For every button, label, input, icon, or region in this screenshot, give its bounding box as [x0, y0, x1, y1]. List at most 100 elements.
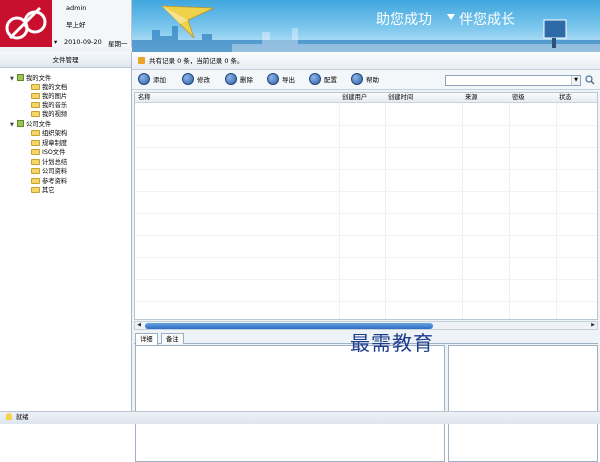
tree-node-label: 我的音乐 — [42, 102, 68, 109]
user-info-panel: admin 早上好 ▾ 2010-09-20 星期一 — [52, 0, 132, 48]
add-icon — [138, 73, 150, 85]
column-divider — [556, 103, 557, 319]
column-divider — [462, 103, 463, 319]
collapse-icon[interactable]: ▼ — [10, 75, 17, 84]
delete-button-label: 删除 — [240, 76, 253, 84]
column-header-created-time[interactable]: 创建时间 — [388, 93, 413, 103]
scroll-right-icon[interactable]: ▶ — [589, 322, 597, 329]
logo-graphic — [0, 0, 52, 47]
status-text: 就绪 — [16, 414, 29, 421]
main-panel: 共有记录 0 条，当前记录 0 条。 添加 修改 删除 导出 配置 帮助 ▼ 名… — [132, 52, 600, 462]
table-header: 名称 创建用户 创建时间 来源 密级 状态 — [135, 93, 597, 103]
search-input[interactable]: ▼ — [445, 75, 581, 86]
root-folder-icon — [17, 120, 24, 127]
root-folder-icon — [17, 74, 24, 81]
slogan-left: 助您成功 — [376, 12, 432, 28]
delete-button[interactable]: 删除 — [225, 73, 253, 87]
delete-icon — [225, 73, 237, 85]
column-header-security-level[interactable]: 密级 — [512, 93, 525, 103]
row-divider — [135, 213, 597, 214]
lightbulb-icon — [6, 413, 12, 420]
username: admin — [66, 4, 87, 12]
add-button[interactable]: 添加 — [138, 73, 166, 87]
folder-icon — [31, 187, 40, 193]
folder-icon — [31, 102, 40, 108]
tree-node-label: 参考资料 — [42, 178, 68, 185]
tree-node-reference[interactable]: 参考资料 — [31, 177, 67, 186]
tree-node-org-structure[interactable]: 组织架构 — [31, 129, 67, 138]
tree-node-label: 我的文档 — [42, 84, 68, 91]
search-icon[interactable] — [585, 75, 595, 85]
config-button[interactable]: 配置 — [309, 73, 337, 87]
tree-node-label: 我的图片 — [42, 93, 68, 100]
row-divider — [135, 257, 597, 258]
status-bar: 就绪 — [0, 411, 600, 424]
detail-panel — [135, 345, 445, 462]
slogan-right: 伴您成长 — [459, 12, 515, 28]
row-divider — [135, 125, 597, 126]
tree-node-label: 公司资料 — [42, 168, 68, 175]
edit-button-label: 修改 — [197, 76, 210, 84]
speaker-icon — [138, 57, 145, 64]
column-divider — [339, 103, 340, 319]
tree-node-label: 规章制度 — [42, 140, 68, 147]
folder-icon — [31, 140, 40, 146]
folder-icon — [31, 178, 40, 184]
tree-node-company-info[interactable]: 公司资料 — [31, 167, 67, 176]
tree-node-label: ISO文件 — [42, 149, 66, 156]
preview-panel — [448, 345, 598, 462]
watermark-text: 最需教育 — [350, 331, 434, 355]
scroll-left-icon[interactable]: ◀ — [135, 322, 143, 329]
column-header-name[interactable]: 名称 — [138, 93, 151, 103]
folder-icon — [31, 168, 40, 174]
app-logo — [0, 0, 52, 47]
tree-node-plan-summary[interactable]: 计划总结 — [31, 158, 67, 167]
tab-remarks[interactable]: 备注 — [161, 333, 184, 344]
search-dropdown-icon[interactable]: ▼ — [571, 76, 580, 85]
edit-button[interactable]: 修改 — [182, 73, 210, 87]
folder-icon — [31, 130, 40, 136]
tree-node-iso-files[interactable]: ISO文件 — [31, 148, 65, 157]
collapse-icon[interactable]: ▼ — [10, 121, 17, 130]
export-button[interactable]: 导出 — [267, 73, 295, 87]
tree-node-regulations[interactable]: 规章制度 — [31, 139, 67, 148]
tree-node-my-music[interactable]: 我的音乐 — [31, 101, 67, 110]
column-header-source[interactable]: 来源 — [465, 93, 478, 103]
application-window: admin 早上好 ▾ 2010-09-20 星期一 助您成功 伴您成长 文件管… — [0, 0, 600, 462]
folder-icon — [31, 111, 40, 117]
row-divider — [135, 235, 597, 236]
banner-cityscape-graphic — [132, 5, 600, 52]
record-info-bar: 共有记录 0 条，当前记录 0 条。 — [132, 52, 600, 70]
export-button-label: 导出 — [282, 76, 295, 84]
tree-node-label: 计划总结 — [42, 159, 68, 166]
row-divider — [135, 279, 597, 280]
tree-node-my-files[interactable]: ▼ 我的文件 — [10, 74, 51, 83]
help-button[interactable]: 帮助 — [351, 73, 379, 87]
file-table: 名称 创建用户 创建时间 来源 密级 状态 — [134, 92, 598, 320]
tree-node-label: 其它 — [42, 187, 55, 194]
export-icon — [267, 73, 279, 85]
tab-detail[interactable]: 详细 — [135, 333, 158, 345]
tree-node-label: 我的视频 — [42, 111, 68, 118]
add-button-label: 添加 — [153, 76, 166, 84]
tree-node-label: 组织架构 — [42, 130, 68, 137]
tree-node-my-videos[interactable]: 我的视频 — [31, 110, 67, 119]
header-banner: 助您成功 伴您成长 — [132, 0, 600, 52]
column-header-status[interactable]: 状态 — [559, 93, 572, 103]
greeting: 早上好 — [66, 21, 86, 29]
dropdown-arrow-icon[interactable]: ▾ — [54, 38, 57, 46]
tree-node-label: 我的文件 — [26, 75, 52, 82]
folder-icon — [31, 93, 40, 99]
tree-node-my-pictures[interactable]: 我的图片 — [31, 92, 67, 101]
config-button-label: 配置 — [324, 76, 337, 84]
sidebar: 文件管理 ▼ 我的文件 我的文档 我的图片 我的音乐 我的视频 ▼ 公司文件 组织架… — [0, 52, 132, 411]
sidebar-title: 文件管理 — [0, 52, 131, 68]
weekday: 星期一 — [108, 40, 128, 48]
row-divider — [135, 169, 597, 170]
slogan-triangle-icon — [447, 14, 455, 20]
tree-node-company-files[interactable]: ▼ 公司文件 — [10, 120, 51, 129]
tree-node-other[interactable]: 其它 — [31, 186, 55, 195]
column-divider — [509, 103, 510, 319]
tree-node-my-documents[interactable]: 我的文档 — [31, 83, 67, 92]
column-header-creator[interactable]: 创建用户 — [342, 93, 367, 103]
